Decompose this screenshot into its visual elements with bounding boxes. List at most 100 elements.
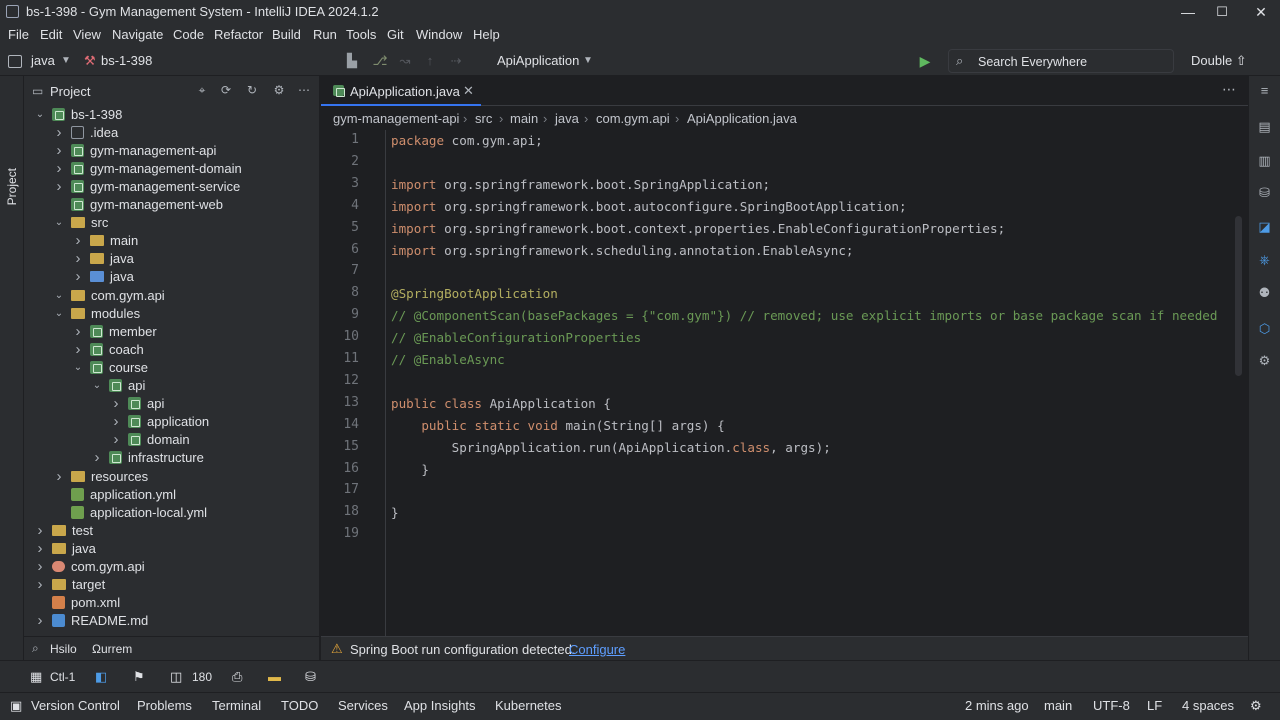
menu-help[interactable]: Help xyxy=(473,27,500,42)
chevron-right-icon[interactable]: › xyxy=(72,268,84,285)
code-line[interactable]: import org.springframework.boot.SpringAp… xyxy=(391,174,770,196)
tree-item[interactable]: gym-management-web xyxy=(53,196,223,214)
plugin-icon[interactable]: ⬡ xyxy=(1256,320,1273,337)
chevron-right-icon[interactable]: › xyxy=(110,395,122,412)
kubernetes-icon[interactable]: ⎈ xyxy=(1256,251,1273,268)
chevron-down-icon[interactable]: ⌄ xyxy=(53,290,65,301)
lock-icon[interactable]: ⚙ xyxy=(1250,698,1262,714)
chevron-right-icon[interactable]: › xyxy=(53,178,65,195)
tree-item[interactable]: › api xyxy=(110,395,165,413)
tool-app-insights[interactable]: App Insights xyxy=(404,698,476,713)
menu-run[interactable]: Run xyxy=(313,27,337,42)
crumb-file[interactable]: ApiApplication.java xyxy=(687,111,797,126)
chevron-down-icon[interactable]: ⌄ xyxy=(34,109,46,120)
code-line[interactable]: // @ComponentScan(basePackages = {"com.g… xyxy=(391,305,1217,327)
chevron-right-icon[interactable]: › xyxy=(34,612,46,629)
tree-item[interactable]: › domain xyxy=(110,431,190,449)
refresh-icon[interactable]: ⟳ xyxy=(219,83,233,97)
crumb-module[interactable]: gym-management-api xyxy=(333,111,459,126)
crumb-main[interactable]: main xyxy=(510,111,538,126)
tree-item[interactable]: › README.md xyxy=(34,612,149,630)
tree-item[interactable]: application.yml xyxy=(53,485,176,503)
vcs-history-icon[interactable]: ↝ xyxy=(397,53,413,69)
tree-item[interactable]: ⌄ course xyxy=(72,358,148,376)
chevron-right-icon[interactable]: › xyxy=(53,160,65,177)
database-icon[interactable]: ⛁ xyxy=(305,669,316,685)
crumb-java[interactable]: java xyxy=(555,111,579,126)
tree-item[interactable]: ⌄ src xyxy=(53,214,109,232)
chevron-right-icon[interactable]: › xyxy=(53,124,65,141)
tree-item[interactable]: › gym-management-api xyxy=(53,141,217,159)
tree-item[interactable]: › java xyxy=(72,268,134,286)
chevron-right-icon[interactable]: › xyxy=(72,341,84,358)
tree-item[interactable]: ⌄ com.gym.api xyxy=(53,286,165,304)
chevron-right-icon[interactable]: › xyxy=(72,323,84,340)
vcs-more-icon[interactable]: ⇢ xyxy=(448,53,464,69)
kotlin-icon[interactable]: ◧ xyxy=(95,669,107,685)
maximize-button[interactable]: ☐ xyxy=(1212,2,1232,22)
tree-item[interactable]: application-local.yml xyxy=(53,503,207,521)
line-separator[interactable]: LF xyxy=(1147,698,1162,713)
menu-code[interactable]: Code xyxy=(173,27,204,42)
code-line[interactable]: public class ApiApplication { xyxy=(391,393,611,415)
vcs-push-icon[interactable]: ↑ xyxy=(422,53,438,69)
tool-problems[interactable]: Problems xyxy=(137,698,192,713)
tree-item[interactable]: › infrastructure xyxy=(91,449,204,467)
code-line[interactable]: import org.springframework.boot.context.… xyxy=(391,218,1005,240)
tree-item[interactable]: ⌄ api xyxy=(91,377,146,395)
search-everywhere[interactable]: ⌕ Search Everywhere xyxy=(948,49,1174,73)
language-selector[interactable]: java xyxy=(31,53,55,68)
tool-kubernetes[interactable]: Kubernetes xyxy=(495,698,562,713)
tree-item[interactable]: › .idea xyxy=(53,123,119,141)
tree-item[interactable]: ⌄ bs-1-398 xyxy=(34,105,123,123)
code-line[interactable]: SpringApplication.run(ApiApplication.cla… xyxy=(391,437,831,459)
chevron-right-icon[interactable]: › xyxy=(53,468,65,485)
tree-item[interactable]: pom.xml xyxy=(34,594,120,612)
git-branch[interactable]: main xyxy=(1044,698,1072,713)
tree-item[interactable]: › member xyxy=(72,322,157,340)
maven-icon[interactable]: ▥ xyxy=(1256,152,1273,169)
project-selector[interactable]: bs-1-398 xyxy=(101,53,152,68)
menu-tools[interactable]: Tools xyxy=(346,27,376,42)
more-icon[interactable]: ⋯ xyxy=(297,83,311,97)
notifications-icon[interactable]: ≡ xyxy=(1256,82,1273,99)
ai-assistant-icon[interactable]: ◪ xyxy=(1256,218,1273,235)
vcs-commit-icon[interactable]: ⎇ xyxy=(372,53,388,69)
structure-icon[interactable]: ▤ xyxy=(1256,118,1273,135)
tool-todo[interactable]: TODO xyxy=(281,698,318,713)
bottom-label-right[interactable]: Ωurrem xyxy=(92,642,132,656)
crumb-src[interactable]: src xyxy=(475,111,492,126)
tree-item[interactable]: › target xyxy=(34,576,106,594)
menu-edit[interactable]: Edit xyxy=(40,27,62,42)
locate-icon[interactable]: ⌖ xyxy=(195,83,209,97)
gear-icon[interactable]: ⚙ xyxy=(272,83,286,97)
gradle-icon[interactable]: ⚙ xyxy=(1256,352,1273,369)
tool-terminal[interactable]: Terminal xyxy=(212,698,261,713)
menu-build[interactable]: Build xyxy=(272,27,301,42)
chevron-right-icon[interactable]: › xyxy=(34,558,46,575)
project-tool-tab[interactable]: Project xyxy=(5,168,19,205)
vcs-update-icon[interactable]: ▙ xyxy=(344,53,360,69)
minimize-button[interactable]: — xyxy=(1178,2,1198,22)
tree-item[interactable]: › gym-management-domain xyxy=(53,159,242,177)
tree-item[interactable]: › application xyxy=(110,413,210,431)
counter-icon[interactable]: ◫ xyxy=(170,669,182,685)
run-icon[interactable]: ▶ xyxy=(917,53,933,69)
tool-item-1[interactable]: Ctl-1 xyxy=(50,670,75,684)
tree-item[interactable]: › coach xyxy=(72,340,144,358)
chevron-down-icon[interactable]: ⌄ xyxy=(91,380,103,391)
bottom-label-left[interactable]: Hsilo xyxy=(50,642,77,656)
close-button[interactable]: ✕ xyxy=(1251,2,1271,22)
chevron-right-icon[interactable]: › xyxy=(91,449,103,466)
code-line[interactable]: @SpringBootApplication xyxy=(391,283,558,305)
chevron-right-icon[interactable]: › xyxy=(110,413,122,430)
chevron-down-icon[interactable]: ⌄ xyxy=(53,308,65,319)
code-line[interactable]: // @EnableConfigurationProperties xyxy=(391,327,641,349)
code-area[interactable]: package com.gym.api; import org.springfra… xyxy=(391,130,1241,636)
tree-item[interactable]: › main xyxy=(72,232,139,250)
chevron-right-icon[interactable]: › xyxy=(72,232,84,249)
file-encoding[interactable]: UTF-8 xyxy=(1093,698,1130,713)
sync-icon[interactable]: ↻ xyxy=(245,83,259,97)
chevron-right-icon[interactable]: › xyxy=(34,540,46,557)
menu-view[interactable]: View xyxy=(73,27,101,42)
